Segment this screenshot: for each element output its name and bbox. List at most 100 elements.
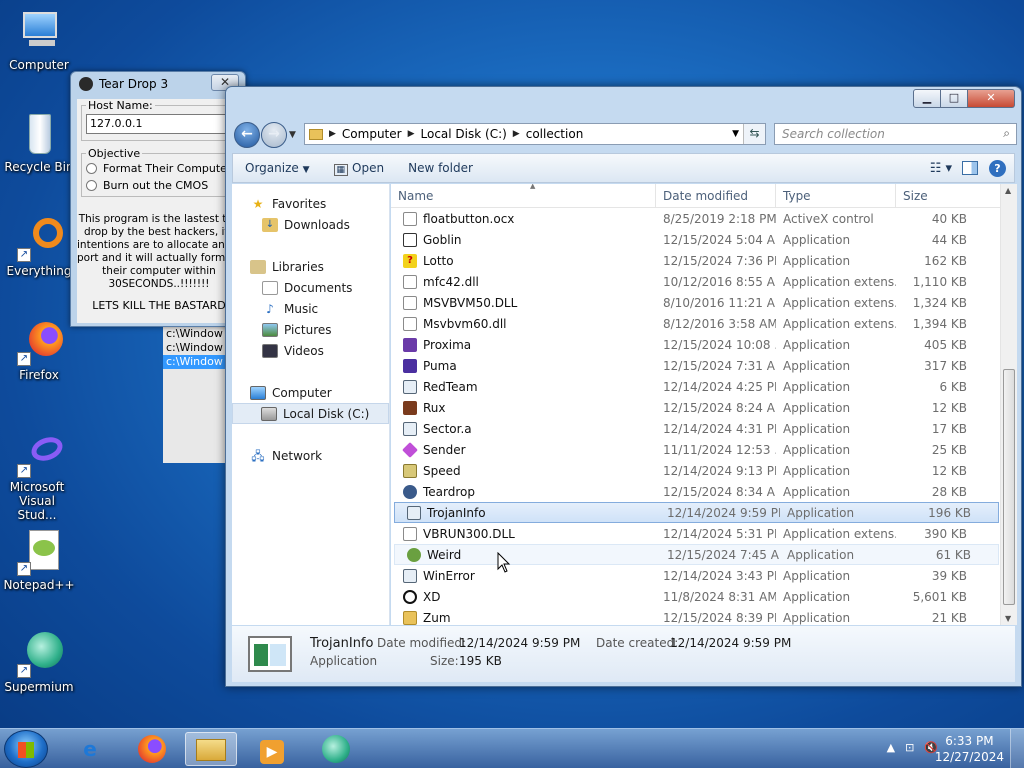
file-row[interactable]: Rux 12/15/2024 8:24 AM Application 12 KB: [391, 397, 1000, 418]
nav-label: Pictures: [284, 322, 332, 337]
teardrop-title: Tear Drop 3: [99, 77, 169, 91]
new-folder-button[interactable]: New folder: [396, 161, 485, 175]
file-row[interactable]: ? Lotto 12/15/2024 7:36 PM Application 162 K…: [391, 250, 1000, 271]
shortcut-arrow-icon: ↗: [17, 248, 31, 262]
column-date-modified[interactable]: Date modified: [656, 184, 776, 208]
file-row[interactable]: Sector.a 12/14/2024 4:31 PM Application 17 …: [391, 418, 1000, 439]
scroll-up-icon[interactable]: ▲: [1005, 186, 1011, 195]
minimize-button[interactable]: ▁: [913, 89, 941, 108]
desktop-icon-firefox[interactable]: ↗ Firefox: [1, 318, 77, 382]
file-row[interactable]: WinError 12/14/2024 3:43 PM Application 39 …: [391, 565, 1000, 586]
chevron-right-icon[interactable]: ▶: [408, 129, 415, 139]
supermium-taskbar-icon[interactable]: [310, 732, 362, 766]
desktop-icon-visual-studio[interactable]: ↗ Microsoft Visual Stud...: [1, 430, 77, 522]
desktop-icon-supermium[interactable]: ↗ Supermium: [1, 630, 77, 694]
nav-item-libraries[interactable]: Libraries: [232, 256, 389, 277]
breadcrumb-local-disk[interactable]: Local Disk (C:): [421, 127, 507, 141]
scrollbar-thumb[interactable]: [1003, 369, 1015, 605]
scroll-down-icon[interactable]: ▼: [1005, 614, 1011, 623]
address-bar[interactable]: ▶ Computer ▶ Local Disk (C:) ▶ collectio…: [304, 123, 766, 145]
nav-item-videos[interactable]: Videos: [232, 340, 389, 361]
nav-item-downloads[interactable]: ↓ Downloads: [232, 214, 389, 235]
file-row[interactable]: Proxima 12/15/2024 10:08 ... Application 40…: [391, 334, 1000, 355]
file-row[interactable]: XD 11/8/2024 8:31 AM Application 5,601 KB: [391, 586, 1000, 607]
start-button[interactable]: [4, 730, 48, 768]
nav-item-pictures[interactable]: Pictures: [232, 319, 389, 340]
file-row[interactable]: Msvbvm60.dll 8/12/2016 3:58 AM Application…: [391, 313, 1000, 334]
breadcrumb-collection[interactable]: collection: [526, 127, 584, 141]
file-row[interactable]: Puma 12/15/2024 7:31 AM Application 317 KB: [391, 355, 1000, 376]
search-placeholder: Search collection: [782, 127, 885, 141]
network-tray-icon[interactable]: ⊡: [905, 741, 914, 754]
organize-button[interactable]: Organize ▼: [233, 161, 322, 175]
back-button[interactable]: ←: [234, 122, 260, 148]
nav-label: Local Disk (C:): [283, 406, 370, 421]
file-row[interactable]: Zum 12/15/2024 8:39 PM Application 21 KB: [391, 607, 1000, 625]
file-name: Speed: [423, 463, 461, 478]
file-row[interactable]: Weird 12/15/2024 7:45 AM Application 61 KB: [394, 544, 999, 565]
chevron-right-icon[interactable]: ▶: [513, 129, 520, 139]
file-name: VBRUN300.DLL: [423, 526, 515, 541]
nav-item-local-disk[interactable]: Local Disk (C:): [232, 403, 389, 424]
internet-explorer-taskbar-icon[interactable]: e: [64, 732, 116, 766]
file-type-icon: [402, 441, 418, 458]
nav-item-favorites[interactable]: ★ Favorites: [232, 193, 389, 214]
nav-item-music[interactable]: ♪ Music: [232, 298, 389, 319]
breadcrumb-computer[interactable]: Computer: [342, 127, 402, 141]
file-row[interactable]: TrojanInfo 12/14/2024 9:59 PM Application 1…: [394, 502, 999, 523]
address-dropdown-icon[interactable]: ▼: [732, 129, 739, 139]
column-type[interactable]: Type: [776, 184, 896, 208]
nav-item-computer[interactable]: Computer: [232, 382, 389, 403]
file-type-icon: [403, 421, 417, 436]
file-row[interactable]: VBRUN300.DLL 12/14/2024 5:31 PM Applicatio…: [391, 523, 1000, 544]
file-row[interactable]: Teardrop 12/15/2024 8:34 AM Application 28 …: [391, 481, 1000, 502]
desktop-icon-recycle-bin[interactable]: Recycle Bin: [1, 110, 77, 174]
file-name: Teardrop: [423, 484, 475, 499]
explorer-taskbar-icon[interactable]: [185, 732, 237, 766]
radio-format-computer[interactable]: Format Their Computer: [86, 160, 236, 177]
teardrop-titlebar[interactable]: Tear Drop 3 ✕: [71, 72, 245, 96]
file-type-icon: [403, 484, 417, 499]
forward-button[interactable]: →: [261, 122, 287, 148]
column-name[interactable]: Name: [391, 184, 656, 208]
file-row[interactable]: Goblin 12/15/2024 5:04 AM Application 44 KB: [391, 229, 1000, 250]
firefox-taskbar-icon[interactable]: [126, 732, 178, 766]
details-modified-value: 12/14/2024 9:59 PM: [459, 636, 581, 650]
search-icon[interactable]: ⌕: [1003, 126, 1010, 141]
change-view-icon[interactable]: ☷ ▾: [930, 161, 952, 176]
refresh-icon[interactable]: ⇆: [743, 124, 765, 144]
file-row[interactable]: Speed 12/14/2024 9:13 PM Application 12 KB: [391, 460, 1000, 481]
desktop-icon-notepadpp[interactable]: ↗ Notepad++: [1, 528, 77, 592]
file-date: 12/14/2024 9:13 PM: [663, 463, 776, 478]
media-player-taskbar-icon[interactable]: ▶: [246, 732, 298, 766]
file-date: 11/11/2024 12:53 ...: [663, 442, 776, 457]
show-hidden-icons-icon[interactable]: ▲: [887, 741, 895, 754]
maximize-button[interactable]: □: [941, 89, 968, 108]
file-row[interactable]: mfc42.dll 10/12/2016 8:55 AM Application e…: [391, 271, 1000, 292]
clock[interactable]: 6:33 PM 12/27/2024: [935, 733, 1004, 765]
column-size[interactable]: Size: [896, 184, 981, 208]
show-desktop-button[interactable]: [1010, 729, 1024, 768]
nav-item-documents[interactable]: Documents: [232, 277, 389, 298]
chevron-right-icon[interactable]: ▶: [329, 129, 336, 139]
preview-pane-icon[interactable]: [962, 161, 978, 175]
host-name-input[interactable]: 127.0.0.1: [86, 114, 236, 134]
file-date: 12/15/2024 8:34 AM: [663, 484, 776, 499]
recent-pages-dropdown-icon[interactable]: ▼: [289, 130, 296, 140]
file-size: 6 KB: [939, 379, 967, 394]
open-button[interactable]: ▦ Open: [322, 161, 397, 176]
search-input[interactable]: Search collection ⌕: [774, 123, 1017, 145]
vertical-scrollbar[interactable]: ▲ ▼: [1000, 184, 1017, 625]
nav-item-network[interactable]: 🖧 Network: [232, 445, 389, 466]
file-row[interactable]: MSVBVM50.DLL 8/10/2016 11:21 AM Applicatio…: [391, 292, 1000, 313]
file-row[interactable]: RedTeam 12/14/2024 4:25 PM Application 6 KB: [391, 376, 1000, 397]
desktop-icon-computer[interactable]: Computer: [1, 8, 77, 72]
radio-burn-cmos[interactable]: Burn out the CMOS: [86, 177, 236, 194]
file-row[interactable]: Sender 11/11/2024 12:53 ... Application 25 …: [391, 439, 1000, 460]
desktop-icon-everything[interactable]: ↗ Everything: [1, 214, 77, 278]
system-tray: ▲ ⊡ 🔇: [887, 741, 938, 754]
close-button[interactable]: ✕: [968, 89, 1015, 108]
help-icon[interactable]: ?: [989, 159, 1006, 177]
file-row[interactable]: floatbutton.ocx 8/25/2019 2:18 PM ActiveX …: [391, 208, 1000, 229]
file-size: 44 KB: [931, 232, 967, 247]
